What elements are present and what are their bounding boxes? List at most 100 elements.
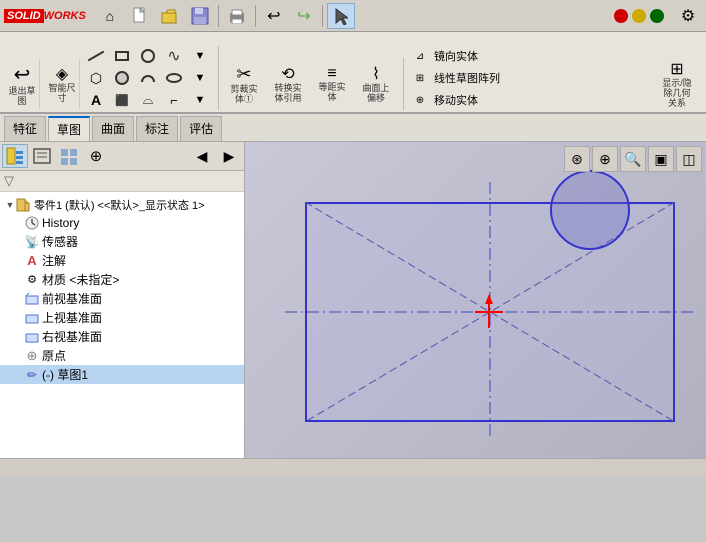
far-right-group: ⊞ 显示/隐除几何关系: [652, 58, 702, 110]
filter-icon: ▽: [4, 173, 14, 188]
move-icon: ⊕: [408, 90, 432, 110]
edit-tools-group: ✂ 剪裁实体① ⟲ 转换实体引用 ≡ 等距实体 ⌇ 曲面上偏移: [223, 58, 404, 110]
sketch-row2: ⬡ ▼: [84, 68, 212, 88]
ellipse-tool[interactable]: [162, 68, 186, 88]
parabola-tool[interactable]: ⌓: [136, 90, 160, 110]
feature-tabs: 特征 草图 曲面 标注 评估: [0, 114, 706, 142]
arc-tool[interactable]: [136, 68, 160, 88]
more3-tool[interactable]: ▼: [188, 90, 212, 110]
topbar: SOLIDWORKS ⌂ ↩ ↪ ⚙: [0, 0, 706, 32]
polygon-tool[interactable]: ⬡: [84, 68, 108, 88]
feature-tree: ▼ 零件1 (默认) <<默认>_显示状态 1> History 📡 传感器: [0, 192, 244, 458]
tree-top-plane[interactable]: 上视基准面: [0, 308, 244, 327]
origin-label: 原点: [42, 347, 66, 364]
annotation-icon: A: [24, 253, 40, 269]
undo-button[interactable]: ↩: [260, 3, 288, 29]
circle2-tool[interactable]: [110, 68, 134, 88]
line-tool[interactable]: [84, 46, 108, 66]
tree-annotation[interactable]: A 注解: [0, 251, 244, 270]
tree-material[interactable]: ⚙ 材质 <未指定>: [0, 270, 244, 289]
array-icon: ⊞: [408, 68, 432, 88]
tab-annotation[interactable]: 标注: [136, 116, 178, 141]
rect-tool[interactable]: [110, 46, 134, 66]
offset-button[interactable]: ≡ 等距实体: [311, 58, 353, 110]
slot-tool[interactable]: ⬛: [110, 90, 134, 110]
transform-row1: ⊿ 镜向实体: [408, 46, 478, 66]
front-plane-icon: [24, 291, 40, 307]
main-viewport[interactable]: ⊛ ⊕ 🔍 ▣ ◫: [245, 142, 706, 458]
home-button[interactable]: ⌂: [96, 3, 124, 29]
sketch1-label: (-) 草图1: [42, 366, 88, 383]
sketch1-icon: ✏: [24, 367, 40, 383]
text-tool[interactable]: A: [84, 90, 108, 110]
window-controls: [614, 9, 664, 23]
logo-solid: SOLID: [4, 9, 44, 23]
minimize-circle[interactable]: [632, 9, 646, 23]
move-label[interactable]: 移动实体: [434, 92, 478, 108]
sensor-icon: 📡: [24, 234, 40, 250]
cursor-button[interactable]: [327, 3, 355, 29]
top-plane-label: 上视基准面: [42, 309, 102, 326]
surface-offset-button[interactable]: ⌇ 曲面上偏移: [355, 58, 397, 110]
mirror-icon: ⊿: [408, 46, 432, 66]
tree-sketch1[interactable]: ✏ (-) 草图1: [0, 365, 244, 384]
view-orient-btn[interactable]: ⊛: [564, 146, 590, 172]
zoom-fit-btn[interactable]: ⊕: [592, 146, 618, 172]
edit-row1: ✂ 剪裁实体① ⟲ 转换实体引用 ≡ 等距实体 ⌇ 曲面上偏移: [223, 58, 397, 110]
property-manager-btn[interactable]: [29, 144, 55, 168]
wave-tool[interactable]: ∿: [162, 46, 186, 66]
settings-button[interactable]: ⚙: [674, 3, 702, 29]
print-button[interactable]: [223, 3, 251, 29]
sep1: [218, 5, 219, 27]
convert-button[interactable]: ⟲ 转换实体引用: [267, 58, 309, 110]
smart-dim-button[interactable]: ◈ 智能尺寸: [44, 58, 80, 110]
close-circle[interactable]: [614, 9, 628, 23]
array-label[interactable]: 线性草图阵列: [434, 70, 500, 86]
sketch-circle: [550, 170, 630, 250]
tab-surface[interactable]: 曲面: [92, 116, 134, 141]
open-button[interactable]: [156, 3, 184, 29]
panel-toolbar: ⊕ ◀ ▶: [0, 142, 244, 171]
view-controls: ⊛ ⊕ 🔍 ▣ ◫: [564, 146, 702, 172]
more-tool[interactable]: ▼: [188, 46, 212, 66]
tree-history[interactable]: History: [0, 214, 244, 232]
mirror-label[interactable]: 镜向实体: [434, 48, 478, 64]
material-icon: ⚙: [24, 272, 40, 288]
transform-group: ⊿ 镜向实体 ⊞ 线性草图阵列 ⊕ 移动实体: [408, 46, 506, 110]
corner-tool[interactable]: ⌐: [162, 90, 186, 110]
history-icon: [24, 215, 40, 231]
ribbon: ↩ 退出草图 ◈ 智能尺寸 ∿ ▼ ⬡ ▼ A: [0, 32, 706, 114]
maximize-circle[interactable]: [650, 9, 664, 23]
view-3d-btn[interactable]: ▣: [648, 146, 674, 172]
display-mode-btn[interactable]: ◫: [676, 146, 702, 172]
redo-button[interactable]: ↪: [290, 3, 318, 29]
workspace: ⊕ ◀ ▶ ▽ ▼ 零件1 (默认) <<默认>_显示状态 1>: [0, 142, 706, 458]
panel-filter: ▽: [0, 171, 244, 192]
tree-root[interactable]: ▼ 零件1 (默认) <<默认>_显示状态 1>: [0, 196, 244, 214]
tree-front-plane[interactable]: 前视基准面: [0, 289, 244, 308]
save-button[interactable]: [186, 3, 214, 29]
tab-feature[interactable]: 特征: [4, 116, 46, 141]
tree-sensor[interactable]: 📡 传感器: [0, 232, 244, 251]
tree-origin[interactable]: ⊕ 原点: [0, 346, 244, 365]
circle-tool[interactable]: [136, 46, 160, 66]
new-button[interactable]: [126, 3, 154, 29]
exit-sketch-button[interactable]: ↩ 退出草图: [4, 58, 40, 110]
panel-prev-btn[interactable]: ◀: [189, 144, 215, 168]
config-manager-btn[interactable]: [56, 144, 82, 168]
tab-sketch[interactable]: 草图: [48, 116, 90, 141]
root-icon: [16, 197, 32, 213]
feature-manager-btn[interactable]: [2, 144, 28, 168]
transform-row2: ⊞ 线性草图阵列: [408, 68, 500, 88]
trim-button[interactable]: ✂ 剪裁实体①: [223, 58, 265, 110]
panel-next-btn[interactable]: ▶: [216, 144, 242, 168]
dim-expert-btn[interactable]: ⊕: [83, 144, 109, 168]
viewport-inner: ⊛ ⊕ 🔍 ▣ ◫: [245, 142, 706, 458]
zoom-area-btn[interactable]: 🔍: [620, 146, 646, 172]
show-hide-button[interactable]: ⊞ 显示/隐除几何关系: [652, 58, 702, 110]
tree-right-plane[interactable]: 右视基准面: [0, 327, 244, 346]
root-expand: ▼: [4, 199, 16, 211]
more2-tool[interactable]: ▼: [188, 68, 212, 88]
sketch-row3: A ⬛ ⌓ ⌐ ▼: [84, 90, 212, 110]
tab-evaluate[interactable]: 评估: [180, 116, 222, 141]
